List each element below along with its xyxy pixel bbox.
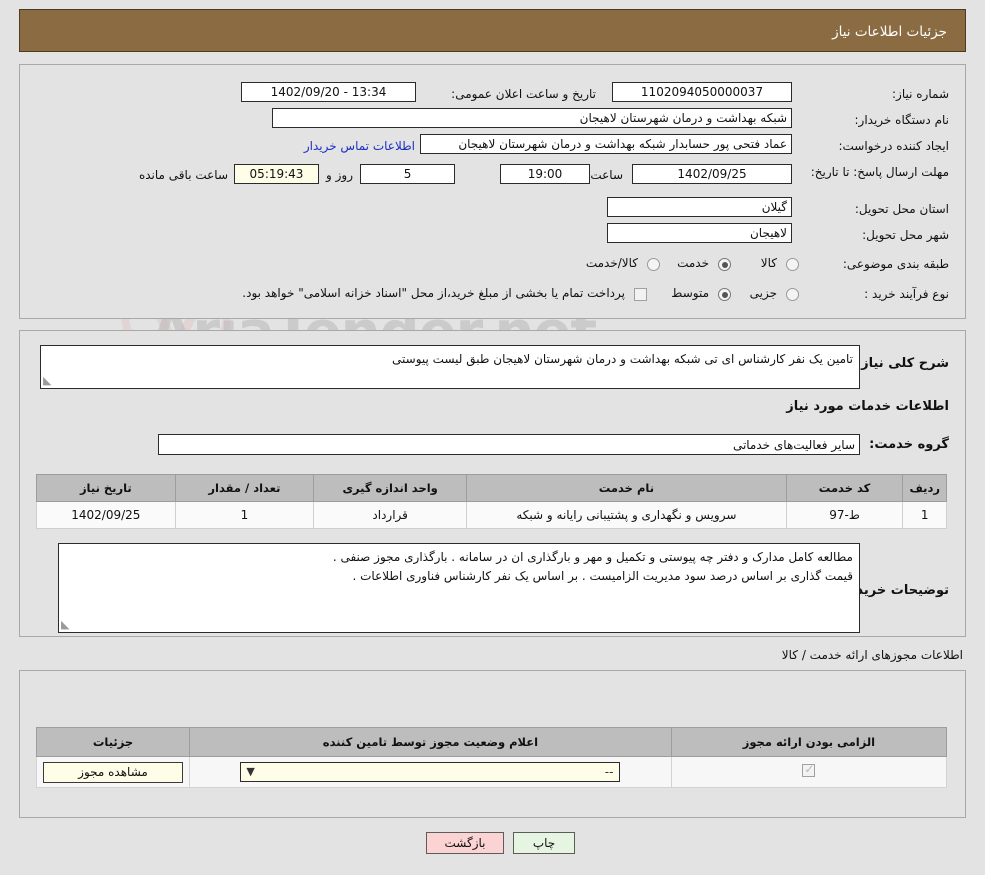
buyer-org-label: نام دستگاه خریدار: bbox=[855, 113, 950, 127]
treasury-checkbox[interactable] bbox=[634, 288, 647, 301]
need-summary-panel: شماره نیاز: 1102094050000037 تاریخ و ساع… bbox=[19, 64, 966, 319]
view-permit-button[interactable]: مشاهده مجوز bbox=[43, 762, 183, 783]
permit-required-checkbox bbox=[802, 764, 815, 777]
time-label: ساعت bbox=[590, 168, 623, 182]
cell-permit-status: ▼ -- bbox=[190, 757, 672, 788]
cell-permit-required bbox=[671, 757, 946, 788]
radio-category-kala[interactable] bbox=[786, 258, 799, 271]
cell-code: ط-97 bbox=[786, 502, 903, 529]
process-label: نوع فرآیند خرید : bbox=[864, 287, 949, 301]
province-value: گیلان bbox=[607, 197, 792, 217]
city-value: لاهیجان bbox=[607, 223, 792, 243]
page-title: جزئیات اطلاعات نیاز bbox=[832, 24, 947, 40]
col-permit-status: اعلام وضعیت مجوز توسط تامین کننده bbox=[190, 728, 672, 757]
creator-label: ایجاد کننده درخواست: bbox=[838, 139, 949, 153]
announcement-label: تاریخ و ساعت اعلان عمومی: bbox=[451, 87, 596, 101]
permits-table: الزامی بودن ارائه مجوز اعلام وضعیت مجوز … bbox=[36, 727, 947, 788]
back-button[interactable]: بازگشت bbox=[426, 832, 504, 854]
services-heading: اطلاعات خدمات مورد نیاز bbox=[786, 399, 949, 414]
days-word-label: روز و bbox=[326, 168, 353, 182]
summary-text: تامین یک نفر کارشناس ای تی شبکه بهداشت و… bbox=[392, 352, 853, 366]
summary-label: شرح کلی نیاز: bbox=[856, 356, 949, 371]
col-permit-required: الزامی بودن ارائه مجوز bbox=[671, 728, 946, 757]
radio-category-kala-khedmat[interactable] bbox=[647, 258, 660, 271]
permit-status-value: -- bbox=[605, 765, 614, 779]
radio-process-jozee-label: جزیی bbox=[750, 286, 777, 300]
buyer-org-value: شبکه بهداشت و درمان شهرستان لاهیجان bbox=[272, 108, 792, 128]
col-permit-details: جزئیات bbox=[37, 728, 190, 757]
col-unit: واحد اندازه گیری bbox=[314, 475, 467, 502]
deadline-label: مهلت ارسال پاسخ: تا تاریخ: bbox=[799, 165, 949, 180]
col-code: کد خدمت bbox=[786, 475, 903, 502]
days-remaining-value: 5 bbox=[360, 164, 455, 184]
services-table: ردیف کد خدمت نام خدمت واحد اندازه گیری ت… bbox=[36, 474, 947, 529]
table-row: 1 ط-97 سرویس و نگهداری و پشتیبانی رایانه… bbox=[37, 502, 947, 529]
need-details-panel: شرح کلی نیاز: تامین یک نفر کارشناس ای تی… bbox=[19, 330, 966, 637]
radio-process-motavaset-label: متوسط bbox=[671, 286, 709, 300]
need-number-value: 1102094050000037 bbox=[612, 82, 792, 102]
radio-category-khedmat-label: خدمت bbox=[677, 256, 709, 270]
permits-panel: الزامی بودن ارائه مجوز اعلام وضعیت مجوز … bbox=[19, 670, 966, 818]
city-label: شهر محل تحویل: bbox=[862, 228, 949, 242]
permit-status-select[interactable]: ▼ -- bbox=[240, 762, 620, 782]
table-row: ▼ -- مشاهده مجوز bbox=[37, 757, 947, 788]
announcement-value: 13:34 - 1402/09/20 bbox=[241, 82, 416, 102]
service-group-value: سایر فعالیت‌های خدماتی bbox=[158, 434, 860, 455]
deadline-date-value: 1402/09/25 bbox=[632, 164, 792, 184]
treasury-note-text: پرداخت تمام یا بخشی از مبلغ خرید،از محل … bbox=[242, 286, 625, 300]
countdown-timer: 05:19:43 bbox=[234, 164, 319, 184]
cell-name: سرویس و نگهداری و پشتیبانی رایانه و شبکه bbox=[467, 502, 787, 529]
deadline-time-value: 19:00 bbox=[500, 164, 590, 184]
radio-category-kala-khedmat-label: کالا/خدمت bbox=[586, 256, 638, 270]
permits-section-title: اطلاعات مجوزهای ارائه خدمت / کالا bbox=[782, 648, 963, 662]
col-radif: ردیف bbox=[903, 475, 947, 502]
cell-quantity: 1 bbox=[175, 502, 314, 529]
need-number-label: شماره نیاز: bbox=[892, 87, 949, 101]
radio-process-motavaset[interactable] bbox=[718, 288, 731, 301]
page-header-bar: جزئیات اطلاعات نیاز bbox=[19, 9, 966, 52]
permits-table-header-row: الزامی بودن ارائه مجوز اعلام وضعیت مجوز … bbox=[37, 728, 947, 757]
radio-category-kala-label: کالا bbox=[761, 256, 777, 270]
radio-category-khedmat[interactable] bbox=[718, 258, 731, 271]
buyer-notes-textarea[interactable]: مطالعه کامل مدارک و دفتر چه پیوستی و تکم… bbox=[58, 543, 860, 633]
service-group-label: گروه خدمت: bbox=[869, 437, 949, 452]
buyer-notes-line-2: قیمت گذاری بر اساس درصد سود مدیریت الزام… bbox=[65, 567, 853, 586]
cell-radif: 1 bbox=[903, 502, 947, 529]
buyer-notes-line-1: مطالعه کامل مدارک و دفتر چه پیوستی و تکم… bbox=[65, 548, 853, 567]
remaining-suffix-label: ساعت باقی مانده bbox=[139, 168, 228, 182]
cell-date: 1402/09/25 bbox=[37, 502, 176, 529]
buyer-contact-link[interactable]: اطلاعات تماس خریدار bbox=[304, 139, 415, 153]
summary-textarea[interactable]: تامین یک نفر کارشناس ای تی شبکه بهداشت و… bbox=[40, 345, 860, 389]
creator-value: عماد فتحی پور حسابدار شبکه بهداشت و درما… bbox=[420, 134, 792, 154]
resize-grip-icon[interactable]: ◢ bbox=[43, 375, 55, 387]
cell-unit: قرارداد bbox=[314, 502, 467, 529]
province-label: استان محل تحویل: bbox=[855, 202, 949, 216]
col-date: تاریخ نیاز bbox=[37, 475, 176, 502]
cell-permit-details: مشاهده مجوز bbox=[37, 757, 190, 788]
chevron-down-icon: ▼ bbox=[246, 763, 254, 781]
resize-grip-icon[interactable]: ◢ bbox=[61, 619, 73, 631]
category-label: طبقه بندی موضوعی: bbox=[843, 257, 949, 271]
radio-process-jozee[interactable] bbox=[786, 288, 799, 301]
print-button[interactable]: چاپ bbox=[513, 832, 575, 854]
col-quantity: تعداد / مقدار bbox=[175, 475, 314, 502]
services-table-header-row: ردیف کد خدمت نام خدمت واحد اندازه گیری ت… bbox=[37, 475, 947, 502]
col-name: نام خدمت bbox=[467, 475, 787, 502]
